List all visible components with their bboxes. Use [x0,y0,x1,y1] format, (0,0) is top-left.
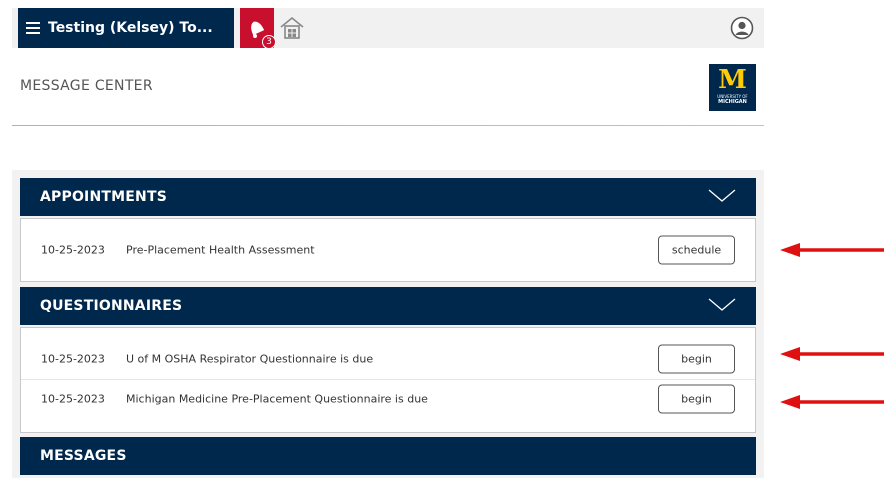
chevron-down-icon[interactable] [708,298,736,312]
annotation-arrow [780,243,884,257]
account-button[interactable] [730,16,754,40]
item-date: 10-25-2023 [41,392,105,406]
appointments-header[interactable]: APPOINTMENTS [20,178,756,216]
item-description: U of M OSHA Respirator Questionnaire is … [126,352,374,366]
messages-header[interactable]: MESSAGES [20,437,756,475]
home-icon [280,16,304,39]
list-item: 10-25-2023 Pre-Placement Health Assessme… [21,231,755,269]
home-button[interactable] [276,14,308,42]
begin-button[interactable]: begin [658,344,735,374]
questionnaires-header[interactable]: QUESTIONNAIRES [20,287,756,325]
notification-count-badge: 3 [262,35,276,49]
header-divider [12,125,764,126]
list-item: 10-25-2023 Michigan Medicine Pre-Placeme… [21,380,755,418]
org-menu-button[interactable]: Testing (Kelsey) To... [18,8,234,48]
hamburger-icon [18,22,48,34]
questionnaires-title: QUESTIONNAIRES [40,298,183,314]
list-item: 10-25-2023 U of M OSHA Respirator Questi… [21,340,755,378]
org-menu-label: Testing (Kelsey) To... [48,20,213,36]
begin-button[interactable]: begin [658,384,735,414]
item-date: 10-25-2023 [41,243,105,257]
user-circle-icon [730,16,754,40]
university-logo: M UNIVERSITY OF MICHIGAN [709,64,756,111]
annotation-arrow [780,347,884,361]
page-title: MESSAGE CENTER [20,78,153,94]
questionnaires-list: 10-25-2023 U of M OSHA Respirator Questi… [20,327,756,433]
chevron-down-icon[interactable] [708,189,736,203]
appointments-title: APPOINTMENTS [40,189,167,205]
appointments-list: 10-25-2023 Pre-Placement Health Assessme… [20,218,756,282]
notifications-button[interactable]: 3 [240,8,276,49]
annotation-arrow [780,395,884,409]
schedule-button[interactable]: schedule [658,235,735,265]
messages-title: MESSAGES [40,448,127,464]
item-date: 10-25-2023 [41,352,105,366]
top-bar: Testing (Kelsey) To... 3 [12,8,764,49]
item-description: Michigan Medicine Pre-Placement Question… [126,392,428,406]
item-description: Pre-Placement Health Assessment [126,243,315,257]
